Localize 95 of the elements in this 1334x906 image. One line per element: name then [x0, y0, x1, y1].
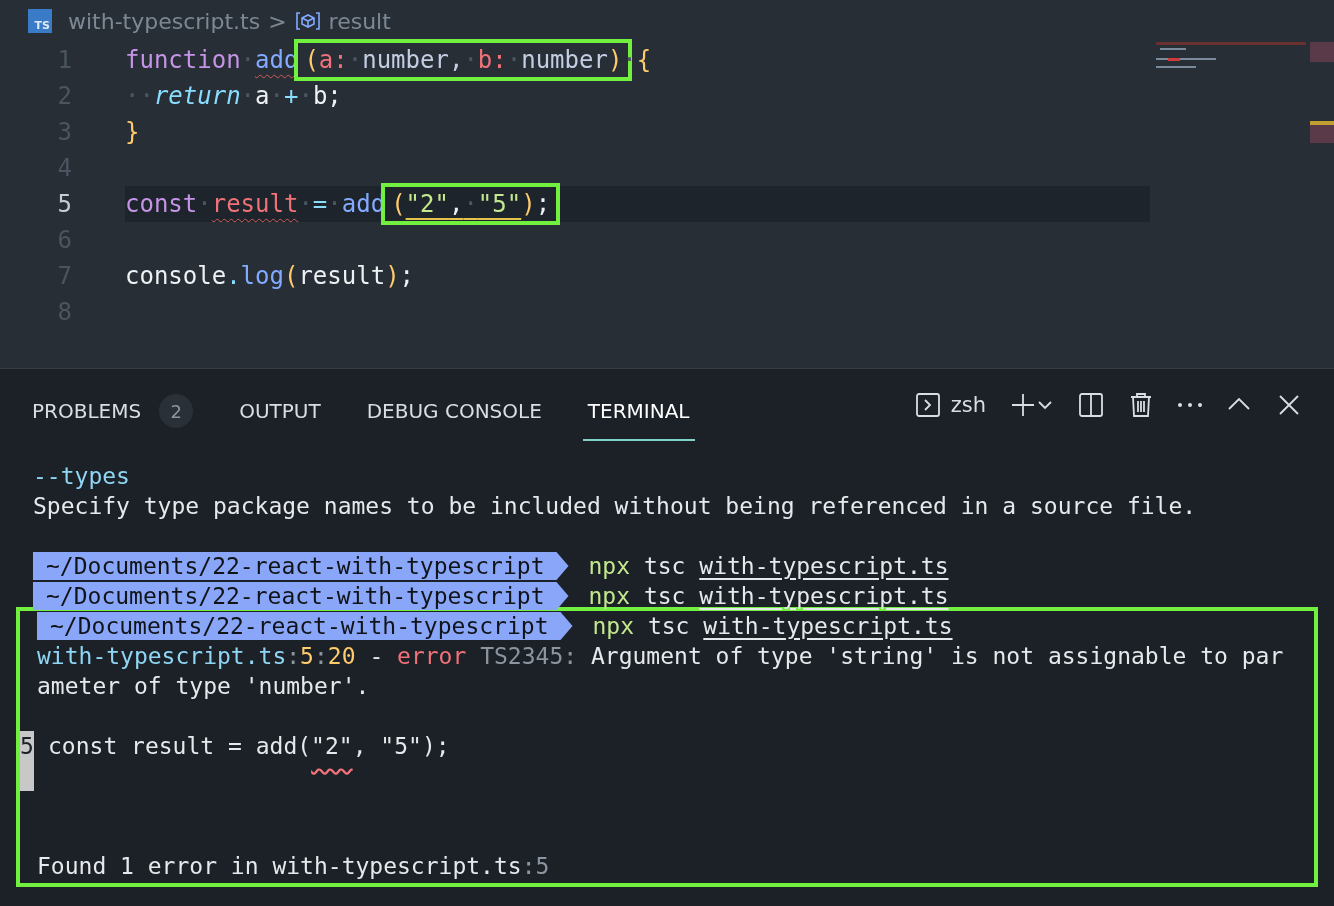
code-token: const [125, 190, 198, 218]
whitespace-dots: · [506, 46, 522, 74]
code-token: ; [535, 190, 551, 218]
whitespace-dots: · [463, 190, 478, 218]
shell-name[interactable]: zsh [950, 393, 986, 417]
terminal-text: Specify type package names to be included without being referenced in a source file. [33, 493, 1197, 519]
terminal-text: : [313, 643, 328, 669]
terminal-text: TS2345: [479, 643, 578, 669]
breadcrumb-separator: > [268, 8, 287, 34]
code-token: . [226, 262, 241, 290]
terminal-text: --types [33, 463, 130, 489]
prompt-path: ~/Documents/22-react-with-typescript [33, 552, 569, 580]
whitespace-dots: · [240, 46, 256, 74]
terminal-text: tsc [642, 583, 687, 609]
terminal-text: Found 1 error in with-typescript.ts [37, 853, 522, 879]
split-terminal-button[interactable] [1078, 392, 1104, 418]
whitespace-dots: · [463, 46, 478, 74]
prompt-path: ~/Documents/22-react-with-typescript [37, 612, 573, 640]
code-token: ( [391, 190, 406, 218]
whitespace-dots: · [298, 190, 313, 218]
terminal-text: npx [588, 553, 631, 579]
code-token: number, [362, 46, 464, 74]
terminal-text: tsc [642, 553, 687, 579]
panel-tab[interactable]: PROBLEMS 2 [27, 379, 199, 441]
delete-terminal-button[interactable] [1128, 392, 1154, 418]
code-token: a [255, 82, 270, 110]
more-actions-button[interactable] [1178, 403, 1202, 407]
line-number: 5 [56, 190, 72, 218]
code-token: } [125, 118, 140, 146]
code-token: log [240, 262, 284, 290]
terminal-text: tsc [646, 613, 691, 639]
symbol-icon [294, 11, 321, 31]
whitespace-dots: · [622, 46, 637, 74]
code-token: ( [283, 262, 299, 290]
breadcrumb-symbol[interactable]: result [328, 8, 391, 34]
code-token: = [312, 190, 328, 218]
code-token: console [125, 262, 227, 290]
terminal-text: with-typescript.ts [37, 643, 287, 669]
terminal-text: ameter of type 'number'. [37, 673, 370, 699]
whitespace-dots: ·· [125, 82, 154, 110]
file-type-badge: TS [28, 9, 52, 33]
terminal-text: 5 [535, 853, 550, 879]
panel-tab[interactable]: OUTPUT [234, 379, 326, 441]
terminal-text: Argument of type 'string' is not assignable to par [589, 643, 1284, 669]
terminal-text: const result = add( [48, 733, 312, 759]
whitespace-dots: · [347, 46, 363, 74]
scrollbar-marker [1310, 42, 1334, 62]
count-badge: 2 [159, 394, 194, 428]
code-token: b; [312, 82, 342, 110]
plus-icon [1010, 392, 1036, 418]
code-token: + [283, 82, 299, 110]
panel-tab[interactable]: DEBUG CONSOLE [361, 379, 547, 441]
terminal-text: error [397, 643, 467, 669]
whitespace-dots: · [197, 190, 212, 218]
code-token: function [125, 46, 241, 74]
file-link[interactable]: with-typescript.ts [699, 583, 949, 609]
split-icon [1078, 392, 1104, 418]
code-token: result [298, 262, 386, 290]
breadcrumb-file[interactable]: with-typescript.ts [68, 8, 261, 34]
code-token: , [448, 190, 464, 218]
terminal-text: 5 [300, 643, 314, 669]
file-link[interactable]: with-typescript.ts [699, 553, 949, 579]
code-token: { [636, 46, 652, 74]
terminal-text: npx [588, 583, 631, 609]
code-token: return [153, 82, 241, 110]
terminal-text: - [368, 643, 385, 669]
code-token: a: [318, 46, 348, 74]
code-token: ) [385, 262, 400, 290]
code-token: "5" [477, 190, 522, 218]
whitespace-dots: · [269, 82, 284, 110]
panel-tab[interactable]: TERMINAL [582, 379, 695, 441]
terminal-text: : [521, 853, 536, 879]
whitespace-dots: · [240, 82, 256, 110]
terminal-text: "2" [311, 733, 353, 759]
new-terminal-button[interactable] [1010, 392, 1054, 418]
code-token: b: [477, 46, 507, 74]
code-token: ) [521, 190, 536, 218]
whitespace-dots: · [327, 190, 342, 218]
terminal-text: , "5"); [352, 733, 450, 759]
file-link[interactable]: with-typescript.ts [703, 613, 953, 639]
code-token: ) [607, 46, 623, 74]
prompt-path: ~/Documents/22-react-with-typescript [33, 582, 569, 610]
code-token: number [521, 46, 608, 74]
terminal-text: : [286, 643, 301, 669]
trash-icon [1128, 392, 1154, 418]
line-number: 5 [20, 731, 34, 791]
ellipsis-icon [1178, 403, 1202, 407]
whitespace-dots: · [298, 82, 313, 110]
terminal-text: 20 [327, 643, 356, 669]
code-token: result [211, 190, 299, 218]
code-token: ; [399, 262, 415, 290]
terminal-text: npx [592, 613, 635, 639]
terminal-icon [914, 392, 941, 418]
code-token: ( [304, 46, 319, 74]
code-token: "2" [405, 190, 449, 218]
